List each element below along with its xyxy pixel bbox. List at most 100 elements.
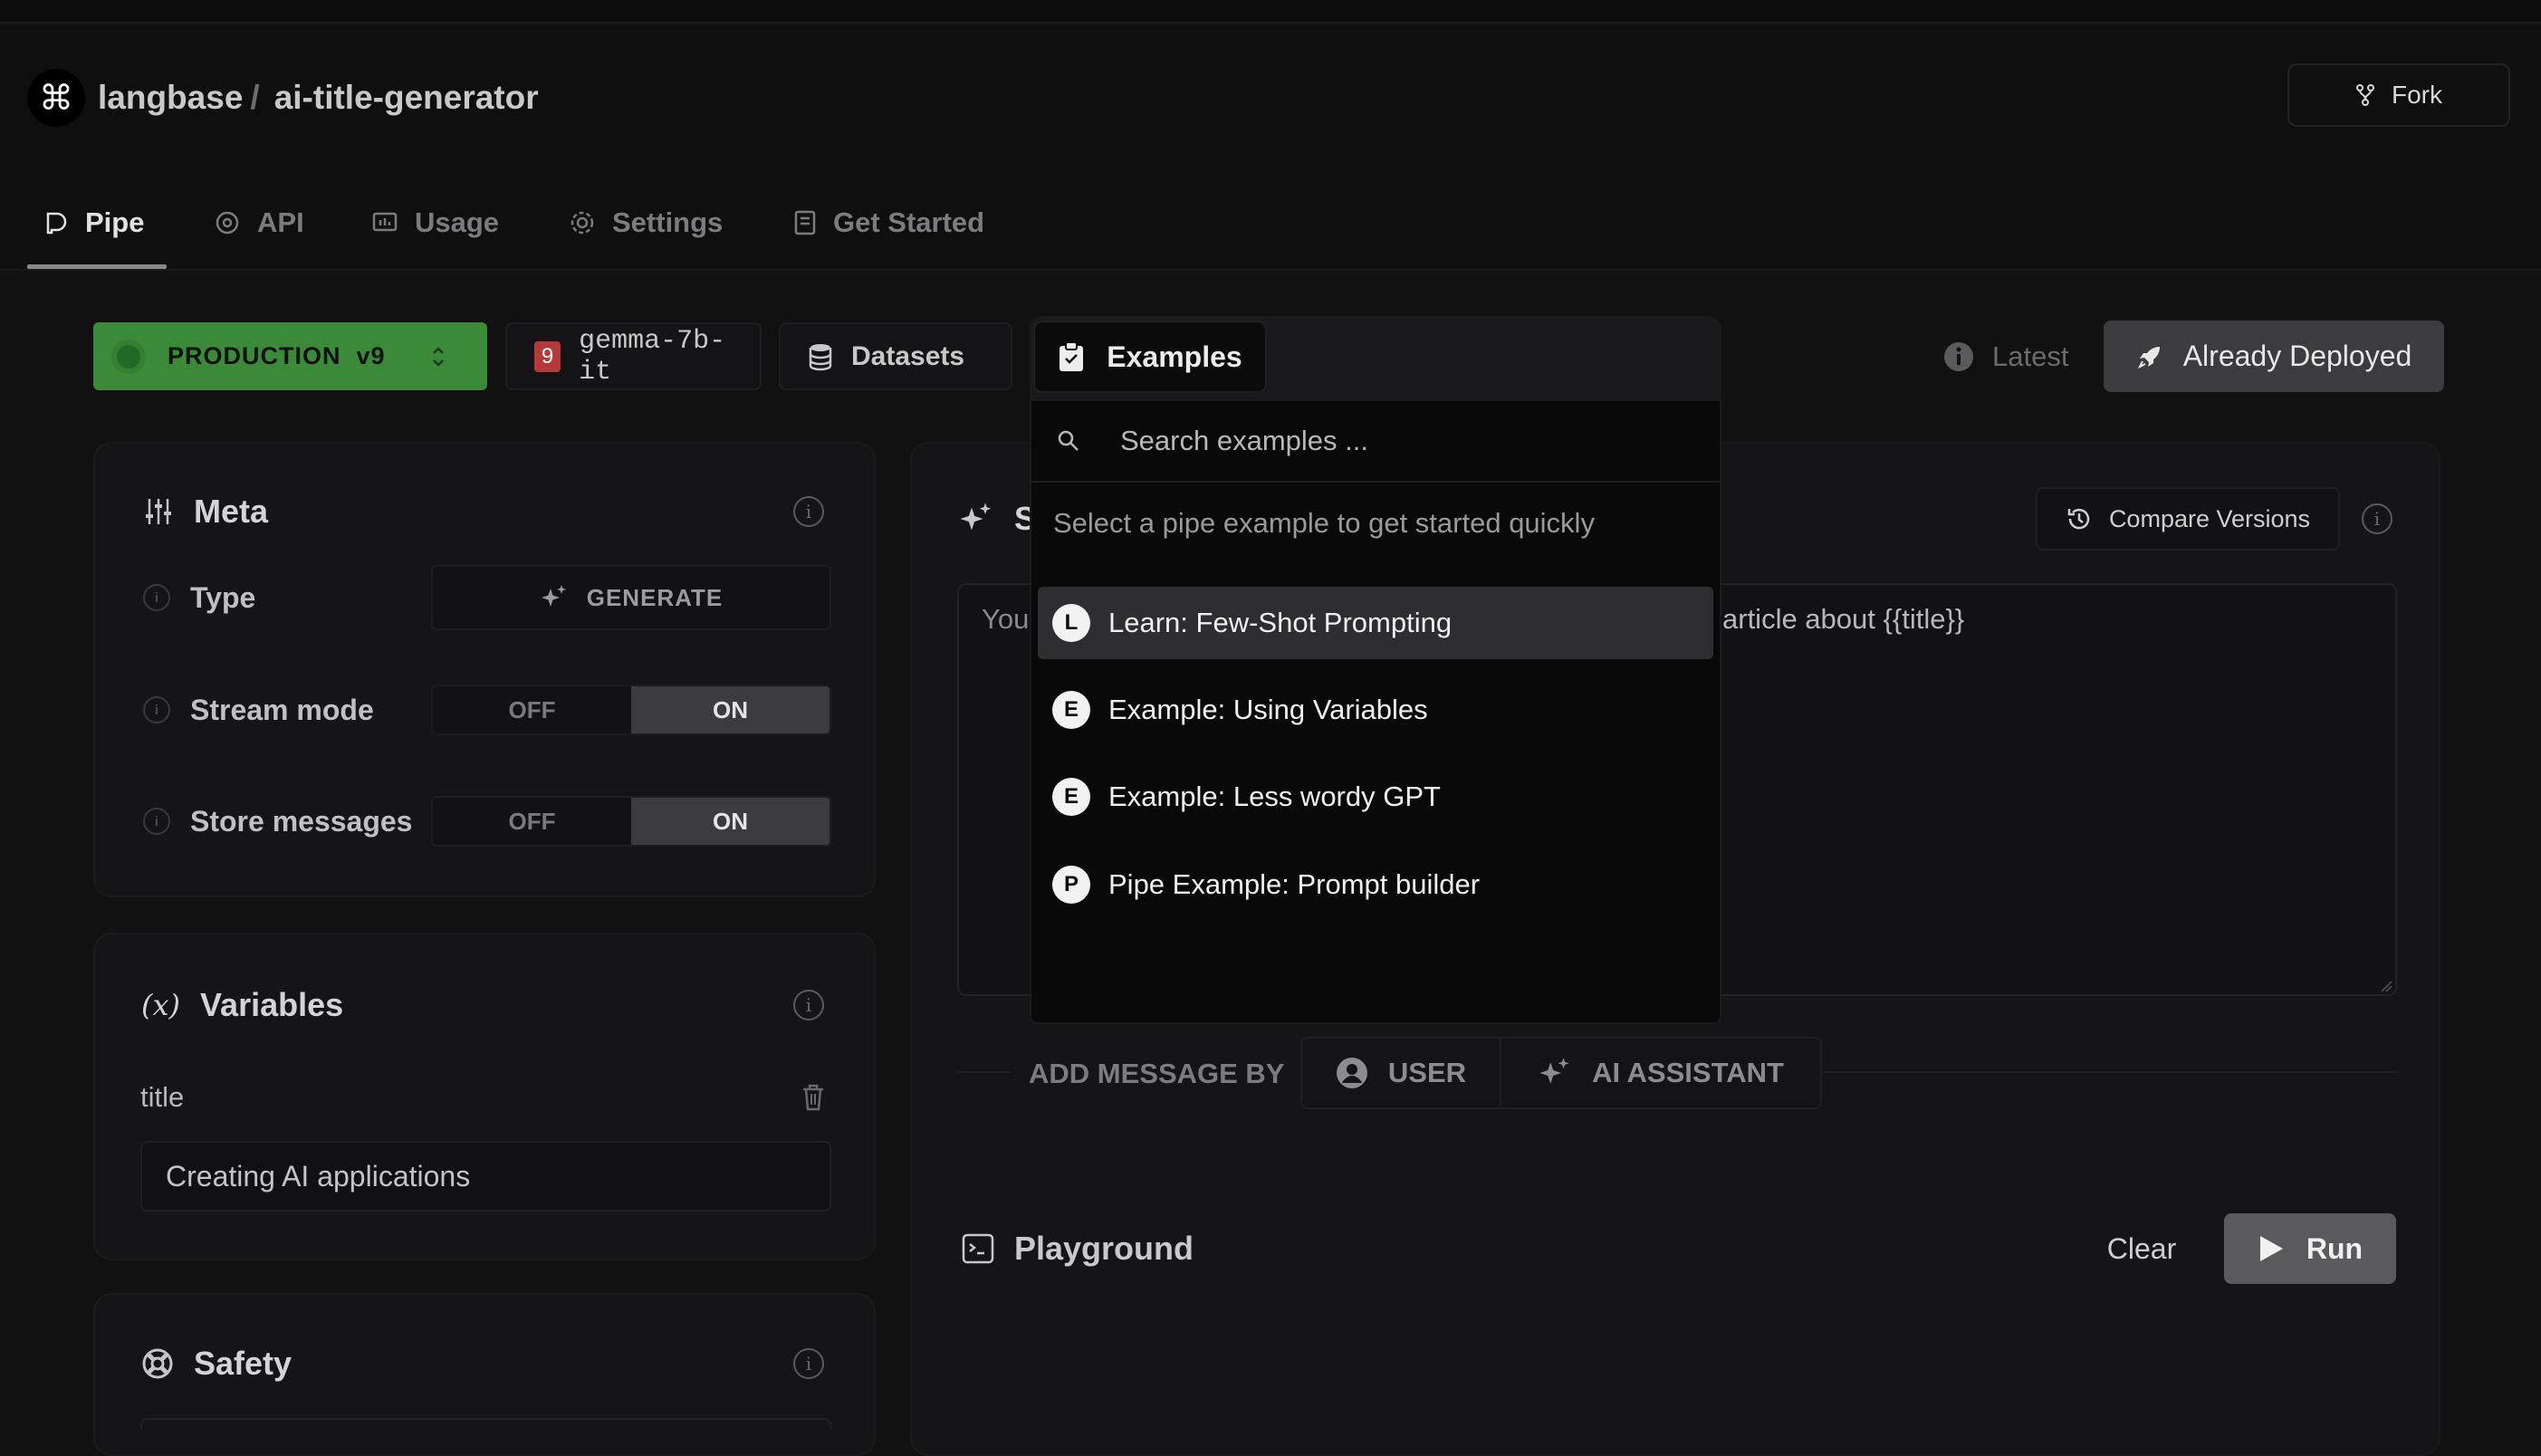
datasets-label: Datasets <box>851 340 965 371</box>
meta-info-icon[interactable]: i <box>793 496 824 527</box>
model-provider-icon: 9 <box>534 340 561 372</box>
prompt-info-icon[interactable]: i <box>2362 503 2392 534</box>
clipboard-icon <box>1058 340 1085 373</box>
toggle-off[interactable]: OFF <box>433 686 631 733</box>
example-label: Example: Using Variables <box>1108 694 1428 725</box>
header-divider <box>0 269 2541 271</box>
add-message-label: ADD MESSAGE BY <box>1011 1039 1303 1107</box>
safety-input-top <box>140 1418 831 1429</box>
info-icon[interactable]: i <box>143 584 170 611</box>
playground-title: Playground <box>962 1219 1194 1279</box>
sparkles-icon <box>540 583 569 612</box>
fork-icon <box>2355 83 2375 107</box>
status-dot-icon <box>117 344 140 369</box>
rocket-icon <box>2136 343 2163 370</box>
example-label: Pipe Example: Prompt builder <box>1108 868 1481 900</box>
toggle-on[interactable]: ON <box>631 798 829 845</box>
tab-api[interactable]: API <box>214 190 304 255</box>
chevron-updown-icon <box>431 345 446 369</box>
sliders-icon <box>143 496 174 527</box>
variable-value-input[interactable]: Creating AI applications <box>140 1141 831 1212</box>
deploy-button[interactable]: Already Deployed <box>2104 321 2444 392</box>
info-filled-icon <box>1943 341 1974 372</box>
type-generate-button[interactable]: GENERATE <box>431 565 831 630</box>
search-icon <box>1057 429 1080 453</box>
breadcrumb-pipe[interactable]: ai-title-generator <box>274 79 539 117</box>
tab-label: Settings <box>612 206 724 238</box>
sparkles-icon <box>958 501 994 537</box>
tab-label: API <box>257 206 304 238</box>
user-icon <box>1336 1057 1368 1089</box>
add-message-buttons: USER AI ASSISTANT <box>1300 1037 1822 1109</box>
toggle-off[interactable]: OFF <box>433 798 631 845</box>
safety-title: Safety <box>141 1336 292 1391</box>
breadcrumb-separator: / <box>250 79 260 116</box>
stream-mode-toggle[interactable]: OFF ON <box>431 685 831 735</box>
meta-title: Meta <box>143 484 268 539</box>
trash-icon[interactable] <box>801 1083 826 1112</box>
doc-icon <box>793 209 817 236</box>
example-item[interactable]: P Pipe Example: Prompt builder <box>1038 848 1713 921</box>
langbase-logo-icon[interactable]: ⌘ <box>27 69 85 127</box>
model-name: gemma-7b-it <box>579 325 726 388</box>
api-icon <box>214 209 241 236</box>
variables-title: (x) Variables <box>141 986 344 1023</box>
deploy-label: Already Deployed <box>2182 340 2412 372</box>
variable-icon: (x) <box>141 988 181 1022</box>
top-strip <box>0 0 2541 24</box>
resize-handle-icon[interactable] <box>2380 980 2392 992</box>
info-icon[interactable]: i <box>143 808 170 835</box>
prompt-title: S <box>958 493 1036 544</box>
example-item[interactable]: E Example: Using Variables <box>1038 674 1713 746</box>
breadcrumb-org[interactable]: langbase <box>98 79 243 117</box>
pipe-icon <box>43 210 69 235</box>
environment-label: PRODUCTION v9 <box>168 342 386 369</box>
example-label: Learn: Few-Shot Prompting <box>1108 607 1453 638</box>
fork-button[interactable]: Fork <box>2287 63 2510 127</box>
clear-button[interactable]: Clear <box>2092 1213 2191 1284</box>
terminal-icon <box>962 1233 994 1264</box>
example-item[interactable]: L Learn: Few-Shot Prompting <box>1038 587 1713 659</box>
store-row-label: i Store messages <box>143 796 412 847</box>
database-icon <box>808 342 833 371</box>
toggle-on[interactable]: ON <box>631 686 829 733</box>
usage-icon <box>371 209 398 236</box>
examples-button[interactable]: Examples <box>1033 321 1267 393</box>
prompt-text-right: article about {{title}} <box>1722 603 1965 635</box>
example-label: Example: Less wordy GPT <box>1108 781 1441 812</box>
lifebuoy-icon <box>141 1347 174 1380</box>
model-selector[interactable]: 9 gemma-7b-it <box>505 322 762 390</box>
add-user-message-button[interactable]: USER <box>1302 1039 1501 1107</box>
compare-versions-button[interactable]: Compare Versions <box>2036 487 2340 551</box>
safety-info-icon[interactable]: i <box>793 1348 824 1379</box>
examples-hint: Select a pipe example to get started qui… <box>1053 507 1595 539</box>
example-badge: L <box>1052 604 1090 642</box>
sparkles-icon <box>1538 1056 1572 1090</box>
example-badge: E <box>1052 691 1090 729</box>
add-assistant-message-button[interactable]: AI ASSISTANT <box>1501 1039 1820 1107</box>
tab-pipe[interactable]: Pipe <box>43 190 144 255</box>
search-input[interactable]: Search examples ... <box>1120 425 1368 457</box>
latest-indicator: Latest <box>1943 322 2068 390</box>
variable-name: title <box>140 1081 185 1113</box>
prompt-text-left: You <box>982 603 1030 635</box>
example-item[interactable]: E Example: Less wordy GPT <box>1038 761 1713 833</box>
tab-usage[interactable]: Usage <box>371 190 499 255</box>
store-messages-toggle[interactable]: OFF ON <box>431 796 831 847</box>
example-badge: E <box>1052 778 1090 816</box>
examples-search[interactable]: Search examples ... <box>1030 401 1721 483</box>
stream-row-label: i Stream mode <box>143 685 374 735</box>
play-icon <box>2258 1234 2285 1263</box>
latest-label: Latest <box>1992 340 2069 372</box>
environment-selector[interactable]: PRODUCTION v9 <box>93 322 487 390</box>
variables-info-icon[interactable]: i <box>793 990 824 1020</box>
datasets-button[interactable]: Datasets <box>779 322 1012 390</box>
gear-icon <box>569 209 596 236</box>
type-row-label: i Type <box>143 572 255 623</box>
fork-label: Fork <box>2392 81 2442 109</box>
breadcrumb: langbase / ai-title-generator <box>98 69 539 127</box>
run-button[interactable]: Run <box>2224 1213 2396 1284</box>
info-icon[interactable]: i <box>143 696 170 723</box>
tab-get-started[interactable]: Get Started <box>793 190 984 255</box>
tab-settings[interactable]: Settings <box>569 190 723 255</box>
